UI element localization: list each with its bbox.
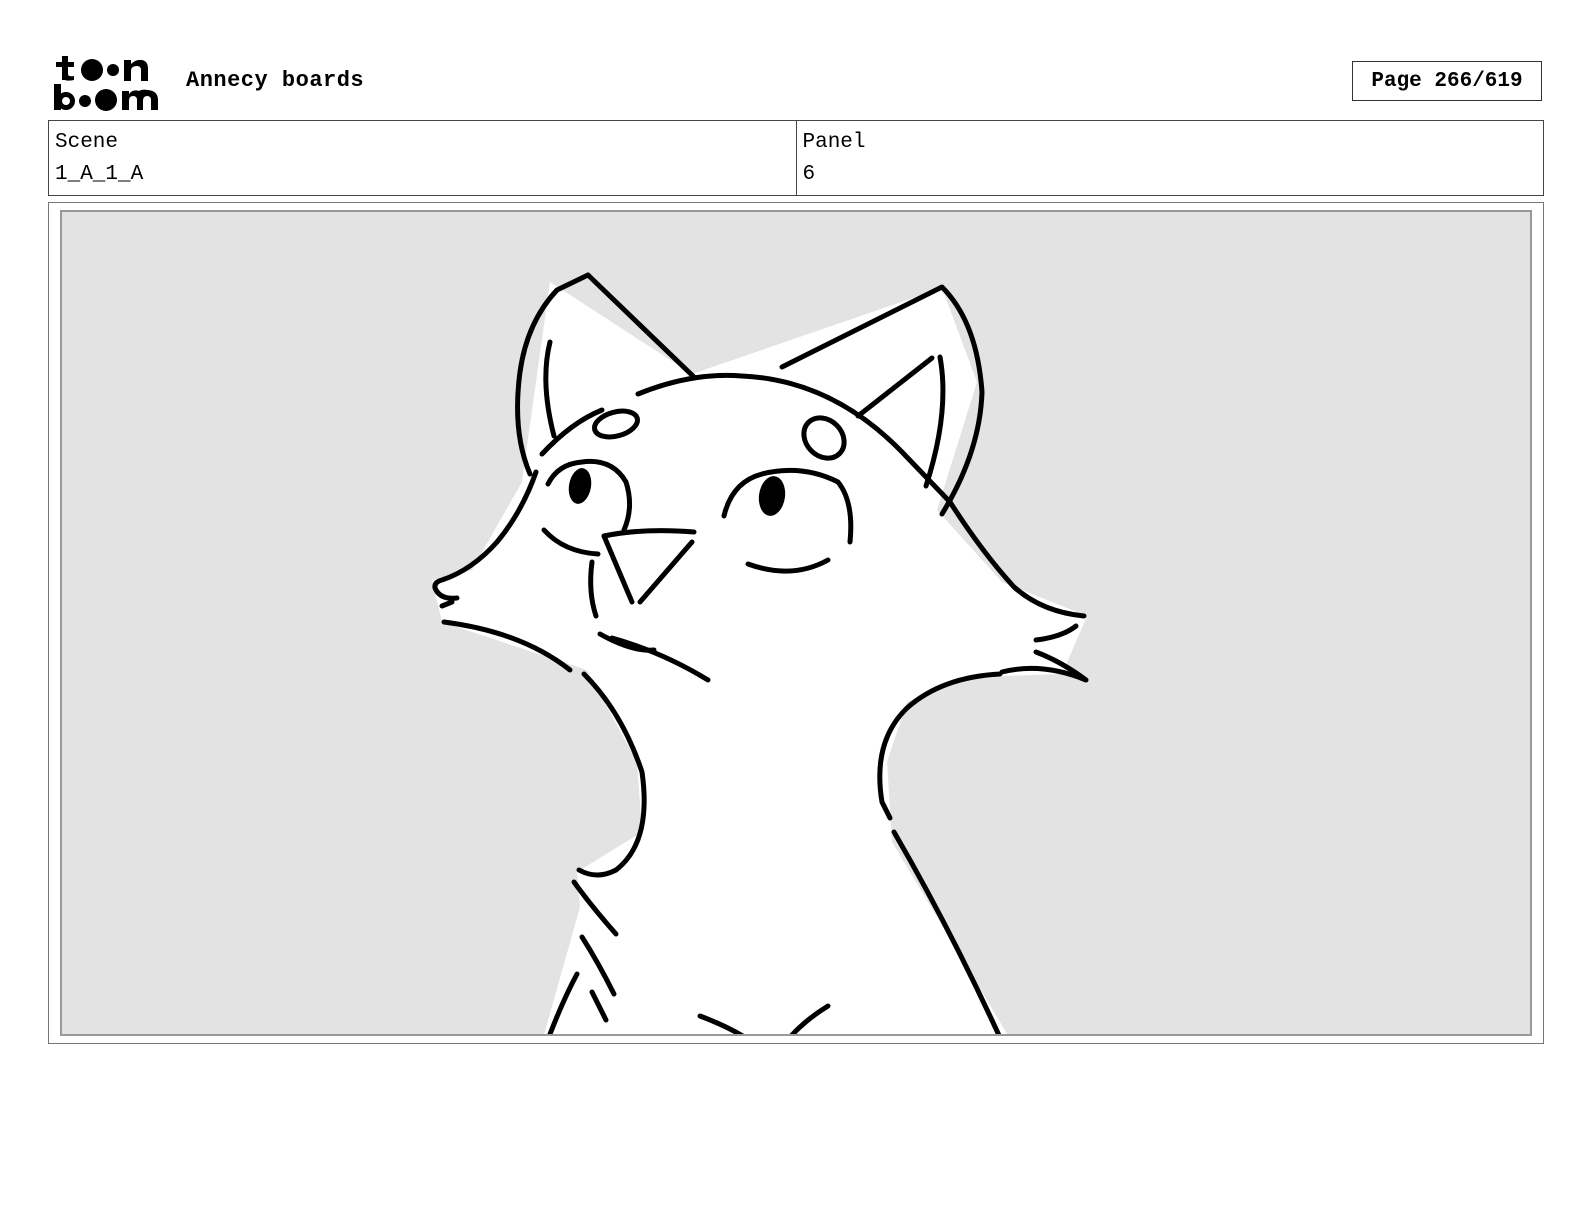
fox-body-fill xyxy=(432,282,1087,1034)
project-title: Annecy boards xyxy=(186,68,365,93)
toon-boom-logo xyxy=(54,56,158,111)
scene-panel-info-table: Scene 1_A_1_A Panel 6 xyxy=(48,120,1544,196)
fox-sketch xyxy=(432,272,1089,1034)
page-counter: Page 266/619 xyxy=(1352,61,1542,101)
scene-label: Scene xyxy=(55,131,119,154)
panel-cell: Panel 6 xyxy=(795,121,1544,195)
panel-value: 6 xyxy=(802,163,816,186)
scene-value: 1_A_1_A xyxy=(55,163,144,186)
scene-cell: Scene 1_A_1_A xyxy=(49,121,796,195)
panel-label: Panel xyxy=(802,131,866,154)
page-counter-text: Page 266/619 xyxy=(1371,69,1523,93)
panel-image xyxy=(60,210,1532,1036)
